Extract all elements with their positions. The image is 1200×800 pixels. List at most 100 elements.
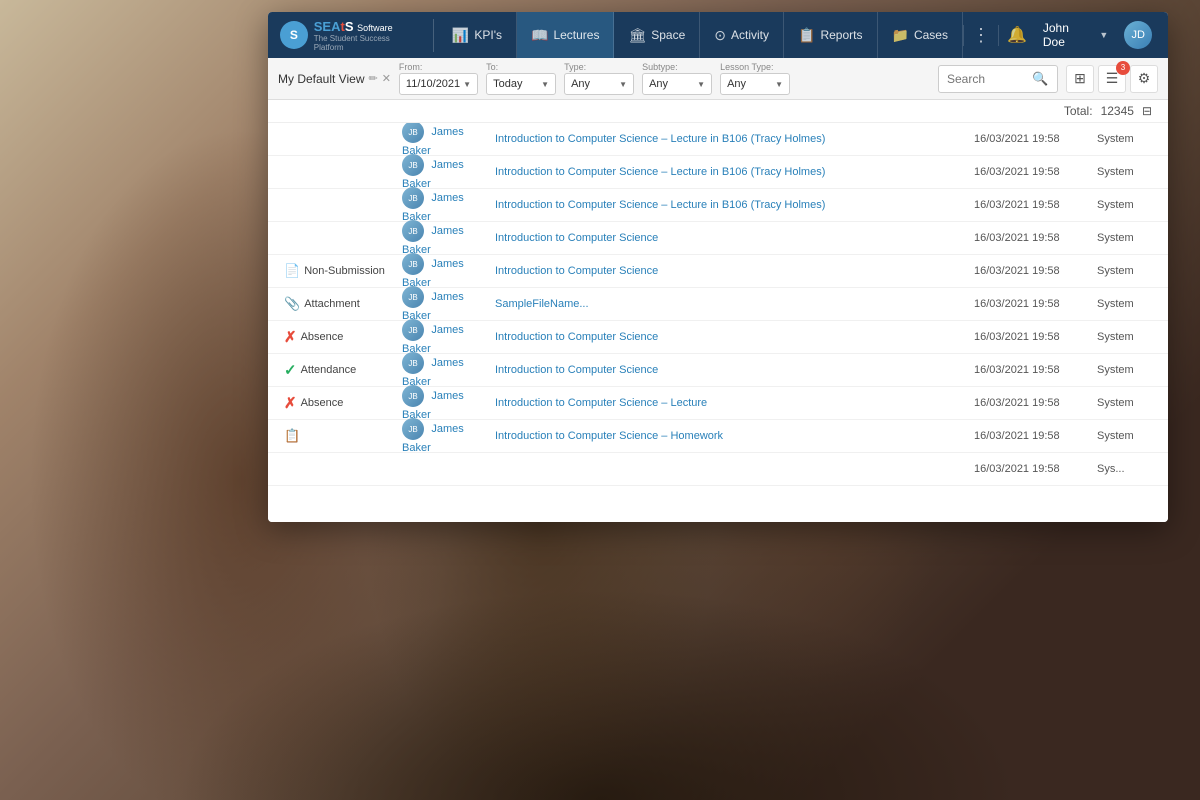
- user-menu[interactable]: John Doe ▼: [1035, 17, 1116, 53]
- search-icon: 🔍: [1032, 71, 1048, 87]
- row-date: 16/03/2021 19:58: [974, 166, 1089, 178]
- student-avatar: JB: [402, 123, 424, 143]
- table-row[interactable]: 📋 JB James Baker Introduction to Compute…: [268, 420, 1168, 453]
- student-avatar: JB: [402, 418, 424, 440]
- reports-icon: 📋: [798, 27, 815, 44]
- row-source: System: [1097, 133, 1152, 145]
- nav-space-label: Space: [651, 28, 685, 42]
- row-description[interactable]: Introduction to Computer Science: [495, 364, 966, 376]
- user-avatar[interactable]: JD: [1124, 21, 1152, 49]
- absence-icon: ✗: [284, 394, 297, 412]
- space-icon: 🏛: [628, 27, 646, 44]
- nav-item-activity[interactable]: ⊙ Activity: [700, 12, 784, 58]
- toolbar-icons: ⊞ ☰ 3 ⚙: [1066, 65, 1158, 93]
- row-source: System: [1097, 430, 1152, 442]
- table-row[interactable]: JB James Baker Introduction to Computer …: [268, 222, 1168, 255]
- row-description[interactable]: Introduction to Computer Science: [495, 331, 966, 343]
- row-type: ✗ Absence: [284, 328, 394, 346]
- attendance-icon: ✓: [284, 361, 297, 379]
- filter-from-chevron: ▼: [463, 80, 471, 89]
- list-view-button[interactable]: ☰ 3: [1098, 65, 1126, 93]
- row-student: JB James Baker: [402, 385, 487, 421]
- row-description[interactable]: Introduction to Computer Science – Lectu…: [495, 397, 966, 409]
- row-description[interactable]: Introduction to Computer Science – Homew…: [495, 430, 966, 442]
- row-student: JB James Baker: [402, 220, 487, 256]
- row-type: ✗ Absence: [284, 394, 394, 412]
- table-row[interactable]: 16/03/2021 19:58 Sys...: [268, 453, 1168, 486]
- row-source: System: [1097, 298, 1152, 310]
- nav-lectures-label: Lectures: [553, 28, 599, 42]
- student-avatar: JB: [402, 220, 424, 242]
- table-row[interactable]: ✗ Absence JB James Baker Introduction to…: [268, 387, 1168, 420]
- row-description[interactable]: Introduction to Computer Science – Lectu…: [495, 166, 966, 178]
- total-label: Total:: [1064, 104, 1093, 118]
- row-source: System: [1097, 199, 1152, 211]
- row-student: JB James Baker: [402, 319, 487, 355]
- filter-to-select[interactable]: Today ▼: [486, 73, 556, 95]
- nav-item-kpis[interactable]: 📊 KPI's: [438, 12, 517, 58]
- nav-item-lectures[interactable]: 📖 Lectures: [517, 12, 614, 58]
- nav-more-button[interactable]: ⋮: [963, 25, 999, 46]
- nav-item-space[interactable]: 🏛 Space: [614, 12, 700, 58]
- user-name: John Doe: [1043, 21, 1094, 49]
- table-row[interactable]: JB James Baker Introduction to Computer …: [268, 123, 1168, 156]
- table-row[interactable]: ✓ Attendance JB James Baker Introduction…: [268, 354, 1168, 387]
- filter-type-label: Type:: [564, 62, 634, 72]
- row-type-label: Non-Submission: [304, 265, 385, 277]
- columns-icon[interactable]: ⊟: [1142, 104, 1152, 118]
- settings-gear-icon: ⚙: [1138, 70, 1151, 87]
- filter-from-select[interactable]: 11/10/2021 ▼: [399, 73, 478, 95]
- filter-from-value: 11/10/2021: [406, 78, 460, 90]
- list-icon: ☰: [1106, 70, 1119, 87]
- row-type-label: Absence: [301, 397, 344, 409]
- row-description[interactable]: Introduction to Computer Science – Lectu…: [495, 199, 966, 211]
- table-row[interactable]: ✗ Absence JB James Baker Introduction to…: [268, 321, 1168, 354]
- view-name: My Default View ✏ ✕: [278, 72, 391, 86]
- view-close-icon[interactable]: ✕: [382, 72, 391, 85]
- filter-subtype-chevron: ▼: [697, 80, 705, 89]
- grid-view-button[interactable]: ⊞: [1066, 65, 1094, 93]
- row-source: System: [1097, 166, 1152, 178]
- row-description[interactable]: Introduction to Computer Science – Lectu…: [495, 133, 966, 145]
- filter-bar: My Default View ✏ ✕ From: 11/10/2021 ▼ T…: [268, 58, 1168, 100]
- student-avatar: JB: [402, 187, 424, 209]
- row-type-label: Attachment: [304, 298, 360, 310]
- row-date: 16/03/2021 19:58: [974, 397, 1089, 409]
- nav-cases-label: Cases: [914, 28, 948, 42]
- filter-lesson-type-label: Lesson Type:: [720, 62, 790, 72]
- row-type: ✓ Attendance: [284, 361, 394, 379]
- filter-subtype-select[interactable]: Any ▼: [642, 73, 712, 95]
- nav-activity-label: Activity: [731, 28, 769, 42]
- logo-subtitle: The Student Success Platform: [314, 34, 421, 52]
- notifications-bell-icon[interactable]: 🔔: [1007, 25, 1027, 45]
- nav-item-reports[interactable]: 📋 Reports: [784, 12, 877, 58]
- search-input[interactable]: [947, 72, 1027, 86]
- row-source: System: [1097, 232, 1152, 244]
- nav-kpis-label: KPI's: [474, 28, 502, 42]
- filter-type-select[interactable]: Any ▼: [564, 73, 634, 95]
- nav-item-cases[interactable]: 📁 Cases: [878, 12, 963, 58]
- student-avatar: JB: [402, 253, 424, 275]
- filter-from: From: 11/10/2021 ▼: [399, 62, 478, 95]
- table-row[interactable]: 📎 Attachment JB James Baker SampleFileNa…: [268, 288, 1168, 321]
- settings-button[interactable]: ⚙: [1130, 65, 1158, 93]
- app-window: S SEAtS Software The Student Success Pla…: [268, 12, 1168, 522]
- student-avatar: JB: [402, 352, 424, 374]
- filter-lesson-type-select[interactable]: Any ▼: [720, 73, 790, 95]
- row-description[interactable]: Introduction to Computer Science: [495, 232, 966, 244]
- row-description[interactable]: SampleFileName...: [495, 298, 966, 310]
- table-row[interactable]: JB James Baker Introduction to Computer …: [268, 189, 1168, 222]
- table-row[interactable]: JB James Baker Introduction to Computer …: [268, 156, 1168, 189]
- row-type-label: Absence: [301, 331, 344, 343]
- grid-icon: ⊞: [1074, 70, 1086, 87]
- nav-reports-label: Reports: [820, 28, 862, 42]
- lectures-icon: 📖: [531, 27, 548, 44]
- attachment-icon: 📎: [284, 296, 300, 312]
- row-description[interactable]: Introduction to Computer Science: [495, 265, 966, 277]
- view-edit-icon[interactable]: ✏: [368, 72, 377, 85]
- row-date: 16/03/2021 19:58: [974, 133, 1089, 145]
- table-area: JB James Baker Introduction to Computer …: [268, 123, 1168, 522]
- table-row[interactable]: 📄 Non-Submission JB James Baker Introduc…: [268, 255, 1168, 288]
- row-source: Sys...: [1097, 463, 1152, 475]
- search-box[interactable]: 🔍: [938, 65, 1058, 93]
